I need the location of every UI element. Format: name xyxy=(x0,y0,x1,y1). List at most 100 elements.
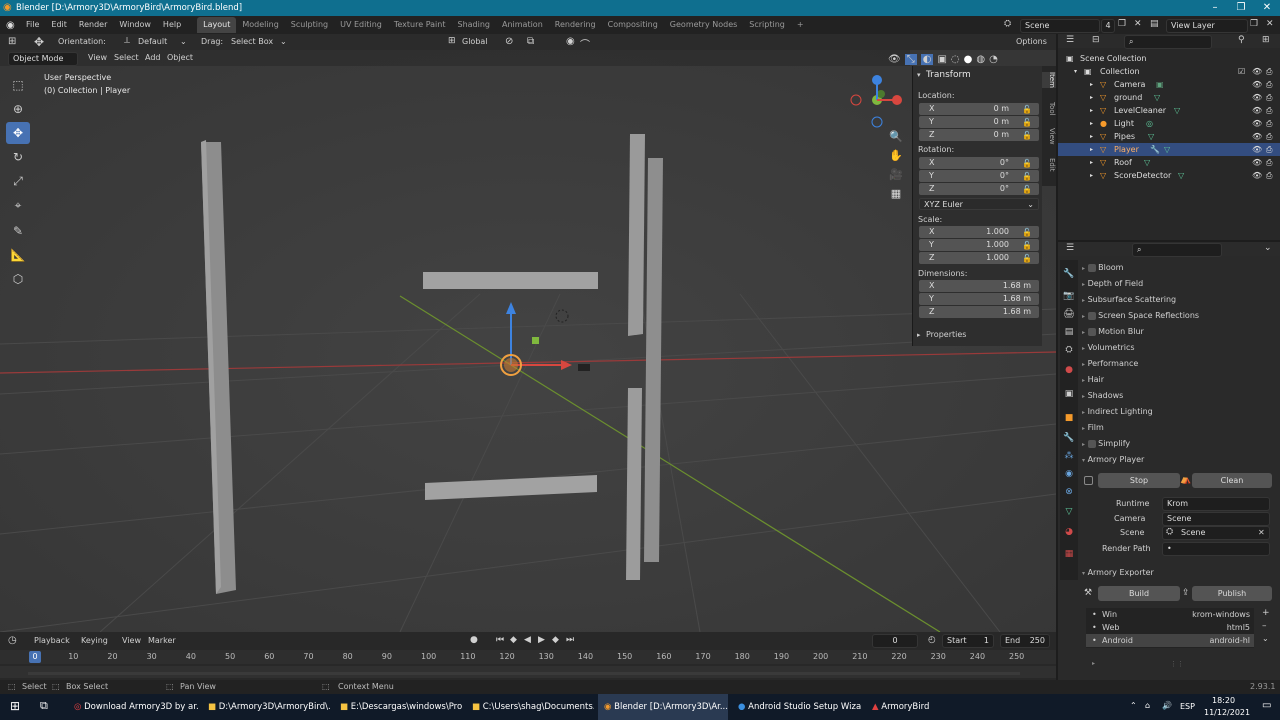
scale-tool-icon[interactable]: ⤢ xyxy=(6,170,30,192)
clean-button[interactable]: Clean xyxy=(1192,473,1272,488)
options-dropdown[interactable]: Options xyxy=(1016,37,1047,46)
record-icon[interactable]: ● xyxy=(470,635,478,645)
add-target-icon[interactable]: + xyxy=(1262,608,1270,618)
menu-edit[interactable]: Edit xyxy=(45,16,73,34)
menu-help[interactable]: Help xyxy=(157,16,187,34)
menu-window[interactable]: Window xyxy=(113,16,157,34)
scene-count-badge[interactable]: 4 xyxy=(1101,19,1115,33)
runtime-dropdown[interactable]: Krom xyxy=(1162,497,1270,511)
expand-arrow-icon[interactable]: ▸ xyxy=(917,331,921,339)
tab-scripting[interactable]: Scripting xyxy=(743,17,791,33)
physics-tab-icon[interactable]: ◉ xyxy=(1063,468,1075,480)
rotation-x-field[interactable]: X 0° xyxy=(919,157,1039,169)
taskbar-item-explorer-3[interactable]: ■ C:\Users\shag\Documents... xyxy=(466,694,594,720)
list-item-web[interactable]: • Web html5 xyxy=(1086,621,1254,634)
lock-icons-scale[interactable]: 🔓 🔓 🔓 xyxy=(1022,226,1032,265)
section-performance[interactable]: ▸ Performance xyxy=(1082,356,1272,371)
section-armory-player[interactable]: ▾ Armory Player xyxy=(1082,452,1272,467)
object-menu[interactable]: Object xyxy=(167,53,193,62)
jump-start-icon[interactable]: ⏮ xyxy=(496,635,504,645)
taskbar-item-explorer-1[interactable]: ■ D:\Armory3D\ArmoryBird\... xyxy=(202,694,330,720)
section-armory-exporter[interactable]: ▾ Armory Exporter xyxy=(1082,565,1272,580)
new-collection-icon[interactable]: ⊞ xyxy=(1262,35,1270,45)
move-tool-icon[interactable]: ✥ xyxy=(6,122,30,144)
outliner-scene-collection[interactable]: ▣ Scene Collection xyxy=(1058,52,1280,65)
location-y-field[interactable]: Y0 m xyxy=(919,116,1039,128)
select-box-tool-icon[interactable]: ⬚ xyxy=(6,74,30,96)
rotation-z-field[interactable]: Z 0° xyxy=(919,183,1039,195)
drag-dropdown[interactable]: Select Box xyxy=(231,37,273,46)
view-menu[interactable]: View xyxy=(122,636,141,645)
outliner-item-pipes[interactable]: ▸ ▽ Pipes ▽ 👁 ⎙ xyxy=(1058,130,1280,143)
outliner-item-camera[interactable]: ▸ ▽ Camera ▣ 👁 ⎙ xyxy=(1058,78,1280,91)
particles-tab-icon[interactable]: ⁂ xyxy=(1063,450,1075,462)
outliner-item-light[interactable]: ▸ ● Light ◎ 👁 ⎙ xyxy=(1058,117,1280,130)
move-tool-icon[interactable]: ✥ xyxy=(34,35,44,49)
modifier-tab-icon[interactable]: 🔧 xyxy=(1063,432,1075,444)
wireframe-shading-icon[interactable]: ◌ xyxy=(951,54,960,65)
maximize-icon[interactable]: ❐ xyxy=(1228,0,1254,16)
dimensions-x-field[interactable]: X 1.68 m xyxy=(919,280,1039,292)
taskbar-item-browser[interactable]: ◎ Download Armory3D by ar... xyxy=(68,694,198,720)
scene-field[interactable]: Scene xyxy=(1020,19,1100,33)
filter-icon[interactable]: ⚲ xyxy=(1238,35,1245,45)
dimensions-z-field[interactable]: Z 1.68 m xyxy=(919,306,1039,318)
snap-icon[interactable]: ⧉ xyxy=(527,36,534,47)
tab-item[interactable]: Item xyxy=(1042,72,1056,88)
collapse-arrow-icon[interactable]: ▾ xyxy=(917,71,921,79)
lock-icons-location[interactable]: 🔓 🔓 🔓 xyxy=(1022,103,1032,142)
blender-menu-icon[interactable]: ◉ xyxy=(6,20,20,31)
add-menu[interactable]: Add xyxy=(145,53,161,62)
section-indirect-lighting[interactable]: ▸ Indirect Lighting xyxy=(1082,404,1272,419)
play-checkbox[interactable] xyxy=(1084,476,1093,485)
taskbar-item-blender[interactable]: ◉ Blender [D:\Armory3D\Ar... xyxy=(598,694,728,720)
tab-layout[interactable]: Layout xyxy=(197,17,237,33)
timeline-scrollbar[interactable] xyxy=(28,672,1020,675)
proportional-edit-icon[interactable]: ◉ xyxy=(566,36,575,47)
add-cube-tool-icon[interactable]: ⬡ xyxy=(6,268,30,290)
outliner-collection[interactable]: ▾ ▣ Collection ☑ 👁 ⎙ xyxy=(1058,65,1280,78)
end-frame-field[interactable]: End 250 xyxy=(1000,634,1050,648)
camera-view-icon[interactable]: 🎥 xyxy=(889,168,903,181)
build-button[interactable]: Build xyxy=(1098,586,1180,601)
start-frame-field[interactable]: Start 1 xyxy=(942,634,994,648)
tab-modeling[interactable]: Modeling xyxy=(236,17,284,33)
target-menu-icon[interactable]: ⌄ xyxy=(1262,634,1269,643)
playhead[interactable]: 0 xyxy=(29,651,41,663)
play-reverse-icon[interactable]: ◀ xyxy=(524,635,531,645)
section-shadows[interactable]: ▸ Shadows xyxy=(1082,388,1272,403)
rotation-y-field[interactable]: Y 0° xyxy=(919,170,1039,182)
menu-file[interactable]: File xyxy=(20,16,45,34)
solid-shading-icon[interactable]: ● xyxy=(964,54,973,65)
tool-tab-icon[interactable]: 🔧 xyxy=(1063,268,1075,280)
list-item-win[interactable]: • Win krom-windows xyxy=(1086,608,1254,621)
scene-tab-icon[interactable]: ⛭ xyxy=(1063,344,1075,356)
section-bloom[interactable]: ▸ Bloom xyxy=(1082,260,1272,275)
remove-target-icon[interactable]: – xyxy=(1262,621,1267,631)
language-indicator[interactable]: ESP xyxy=(1180,702,1195,711)
tab-edit[interactable]: Edit xyxy=(1042,158,1056,172)
location-z-field[interactable]: Z0 m xyxy=(919,129,1039,141)
clock-time[interactable]: 18:20 xyxy=(1212,696,1235,705)
minimize-icon[interactable]: – xyxy=(1202,0,1228,16)
annotate-tool-icon[interactable]: ✎ xyxy=(6,220,30,242)
display-mode-icon[interactable]: ⊟ xyxy=(1092,35,1100,45)
orientation-dropdown[interactable]: Default xyxy=(138,37,167,46)
stop-button[interactable]: Stop xyxy=(1098,473,1180,488)
camera-dropdown[interactable]: Scene xyxy=(1162,512,1270,526)
zoom-icon[interactable]: 🔍 xyxy=(889,130,903,143)
transform-header[interactable]: Transform xyxy=(926,70,971,80)
tab-shading[interactable]: Shading xyxy=(451,17,496,33)
3d-viewport[interactable] xyxy=(0,34,1056,632)
play-icon[interactable]: ▶ xyxy=(538,635,545,645)
scale-y-field[interactable]: Y 1.000 xyxy=(919,239,1039,251)
rotate-tool-icon[interactable]: ↻ xyxy=(6,146,30,168)
windows-start-icon[interactable]: ⊞ xyxy=(10,699,20,713)
taskbar-item-explorer-2[interactable]: ■ E:\Descargas\windows\Pro... xyxy=(334,694,462,720)
pan-hand-icon[interactable]: ✋ xyxy=(889,149,903,162)
material-shading-icon[interactable]: ◍ xyxy=(976,54,985,65)
current-frame-field[interactable]: 0 xyxy=(872,634,918,648)
ortho-grid-icon[interactable]: ▦ xyxy=(891,187,901,200)
properties-search-input[interactable]: ⌕ xyxy=(1132,243,1222,257)
preview-range-icon[interactable]: ◴ xyxy=(928,635,936,645)
